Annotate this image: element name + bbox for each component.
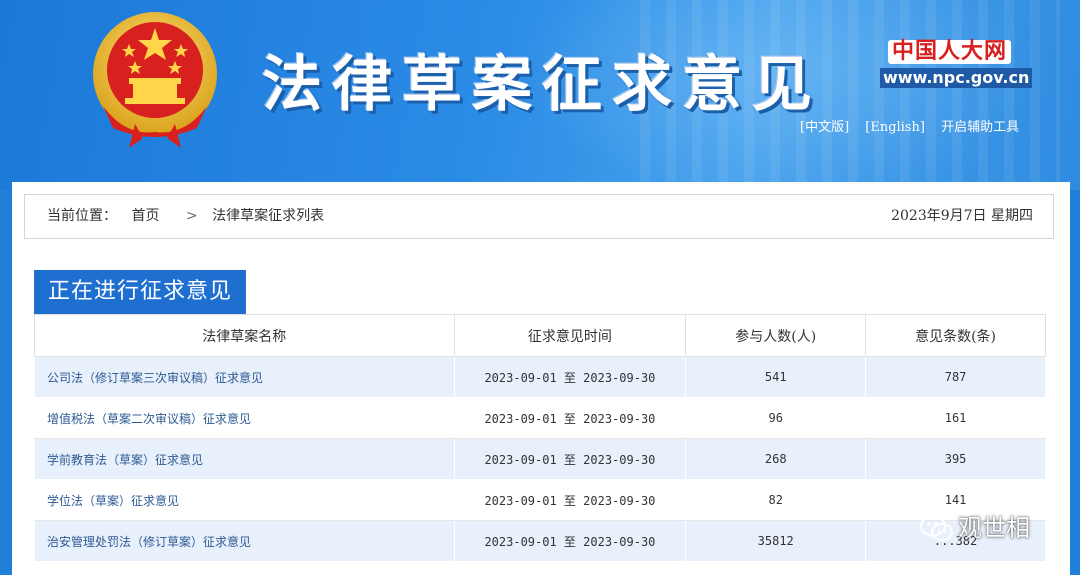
law-name-link[interactable]: 治安管理处罚法（修订草案）征求意见 xyxy=(34,520,455,562)
link-chinese[interactable]: [中文版] xyxy=(800,120,849,135)
header-law-name: 法律草案名称 xyxy=(34,314,455,357)
table-row[interactable]: 学前教育法（草案）征求意见 2023-09-01 至 2023-09-30 26… xyxy=(34,438,1046,480)
content-panel: 当前位置： 首页 > 法律草案征求列表 2023年9月7日 星期四 正在进行征求… xyxy=(12,182,1070,575)
opinions-cell: 787 xyxy=(865,356,1046,398)
breadcrumb-current[interactable]: 法律草案征求列表 xyxy=(212,208,324,224)
breadcrumb-label: 当前位置： xyxy=(47,208,117,224)
participants-cell: 96 xyxy=(685,397,867,439)
breadcrumb-separator: > xyxy=(185,208,198,224)
breadcrumb-home[interactable]: 首页 xyxy=(131,208,159,224)
table-row[interactable]: 公司法（修订草案三次审议稿）征求意见 2023-09-01 至 2023-09-… xyxy=(34,356,1046,398)
opinions-cell: 161 xyxy=(865,397,1046,439)
current-date: 2023年9月7日 星期四 xyxy=(891,208,1033,224)
header-banner: 法律草案征求意见 中国人大网 www.npc.gov.cn [中文版] [Eng… xyxy=(0,0,1080,190)
site-title: 法律草案征求意见 xyxy=(262,50,822,120)
participants-cell: 541 xyxy=(685,356,867,398)
period-cell: 2023-09-01 至 2023-09-30 xyxy=(453,397,687,439)
table-row[interactable]: 增值税法（草案二次审议稿）征求意见 2023-09-01 至 2023-09-3… xyxy=(34,397,1046,439)
npc-url[interactable]: www.npc.gov.cn xyxy=(880,68,1033,88)
npc-logo[interactable]: 中国人大网 xyxy=(888,40,1012,64)
watermark: 观世相 xyxy=(920,508,1030,543)
participants-cell: 82 xyxy=(685,479,867,521)
table-row[interactable]: 治安管理处罚法（修订草案）征求意见 2023-09-01 至 2023-09-3… xyxy=(34,520,1046,562)
header-participants: 参与人数(人) xyxy=(685,314,867,357)
participants-cell: 268 xyxy=(685,438,867,480)
opinions-cell: 395 xyxy=(865,438,1046,480)
period-cell: 2023-09-01 至 2023-09-30 xyxy=(453,520,687,562)
header-opinions: 意见条数(条) xyxy=(865,314,1046,357)
consultation-table: 法律草案名称 征求意见时间 参与人数(人) 意见条数(条) 公司法（修订草案三次… xyxy=(34,314,1046,562)
national-emblem-icon xyxy=(93,12,217,148)
header-period: 征求意见时间 xyxy=(453,314,687,357)
breadcrumb-trail: 当前位置： 首页 > 法律草案征求列表 xyxy=(47,195,334,238)
law-name-link[interactable]: 学位法（草案）征求意见 xyxy=(34,479,455,521)
participants-cell: 35812 xyxy=(685,520,867,562)
watermark-text: 观世相 xyxy=(958,514,1030,542)
breadcrumb: 当前位置： 首页 > 法律草案征求列表 2023年9月7日 星期四 xyxy=(24,194,1054,239)
wechat-icon xyxy=(920,515,953,541)
law-name-link[interactable]: 学前教育法（草案）征求意见 xyxy=(34,438,455,480)
period-cell: 2023-09-01 至 2023-09-30 xyxy=(453,479,687,521)
top-links: [中文版] [English] 开启辅助工具 xyxy=(800,116,1031,135)
link-accessibility[interactable]: 开启辅助工具 xyxy=(941,120,1019,135)
law-name-link[interactable]: 增值税法（草案二次审议稿）征求意见 xyxy=(34,397,455,439)
table-header-row: 法律草案名称 征求意见时间 参与人数(人) 意见条数(条) xyxy=(34,314,1046,357)
section-title: 正在进行征求意见 xyxy=(34,270,247,314)
link-english[interactable]: [English] xyxy=(865,120,925,135)
law-name-link[interactable]: 公司法（修订草案三次审议稿）征求意见 xyxy=(34,356,455,398)
table-row[interactable]: 学位法（草案）征求意见 2023-09-01 至 2023-09-30 82 1… xyxy=(34,479,1046,521)
period-cell: 2023-09-01 至 2023-09-30 xyxy=(453,356,687,398)
period-cell: 2023-09-01 至 2023-09-30 xyxy=(453,438,687,480)
